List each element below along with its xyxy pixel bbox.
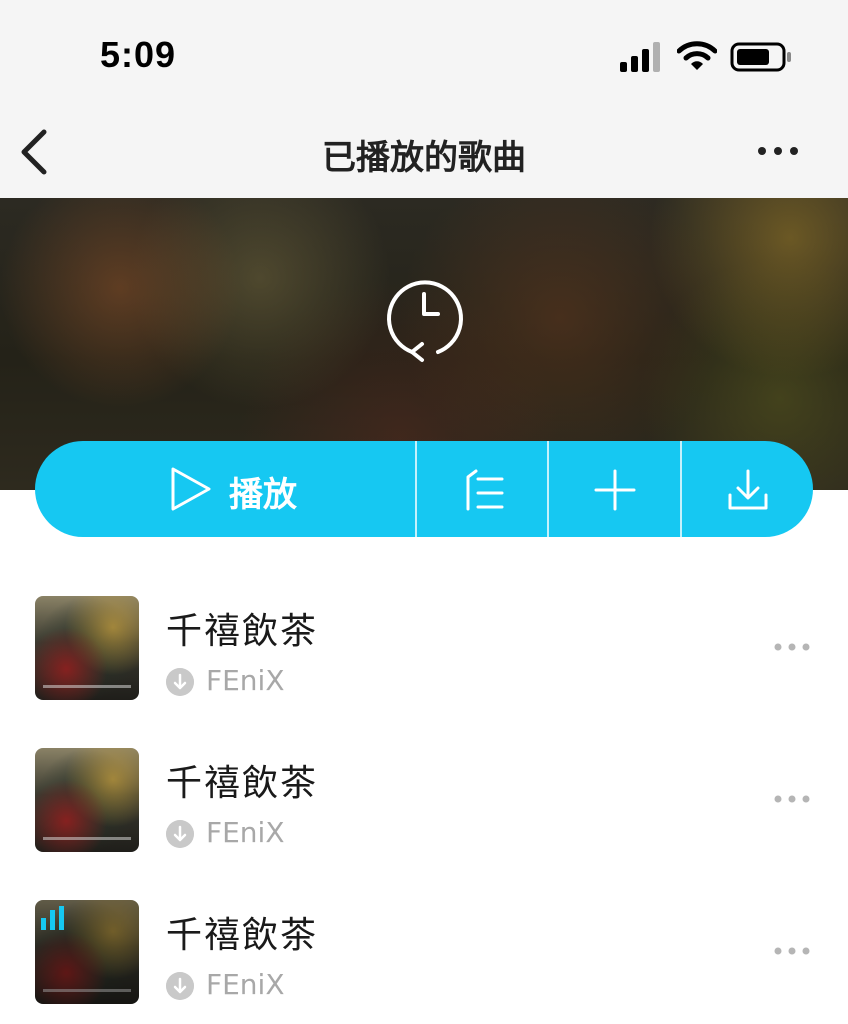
status-time: 5:09: [100, 34, 177, 75]
album-cover: [35, 748, 139, 852]
sort-list-icon: [466, 469, 504, 511]
song-row[interactable]: 千禧飲茶 FEniX: [0, 712, 848, 864]
battery-icon: [730, 42, 791, 72]
play-all-label: 播放: [229, 475, 297, 515]
history-clock-icon: [387, 280, 463, 362]
song-title: 千禧飲茶: [166, 611, 319, 652]
song-more-button[interactable]: [772, 640, 812, 654]
now-playing-equalizer-icon: [41, 906, 64, 930]
song-row[interactable]: 千禧飲茶 FEniX: [0, 864, 848, 1016]
more-options-button[interactable]: [754, 136, 802, 166]
add-to-playlist-button[interactable]: [549, 441, 680, 537]
album-cover: [35, 596, 139, 700]
add-icon: [594, 469, 636, 511]
song-row[interactable]: 千禧飲茶 FEniX: [0, 560, 848, 712]
downloaded-badge-icon: [166, 972, 194, 1000]
song-artist: FEniX: [206, 816, 285, 849]
wifi-icon: [677, 41, 717, 70]
page-title: 已播放的歌曲: [322, 138, 526, 178]
play-all-button[interactable]: 播放: [35, 441, 415, 537]
song-title: 千禧飲茶: [166, 915, 319, 956]
action-bar: 播放: [35, 441, 813, 537]
song-title: 千禧飲茶: [166, 763, 319, 804]
song-more-button[interactable]: [772, 792, 812, 806]
song-artist: FEniX: [206, 968, 285, 1001]
downloaded-badge-icon: [166, 820, 194, 848]
downloaded-badge-icon: [166, 668, 194, 696]
download-icon: [728, 469, 768, 510]
play-icon: [171, 467, 211, 511]
download-all-button[interactable]: [682, 441, 813, 537]
song-artist: FEniX: [206, 664, 285, 697]
sort-button[interactable]: [417, 441, 547, 537]
status-bar: 5:09: [0, 0, 848, 110]
song-more-button[interactable]: [772, 944, 812, 958]
cellular-signal-icon: [620, 42, 660, 72]
